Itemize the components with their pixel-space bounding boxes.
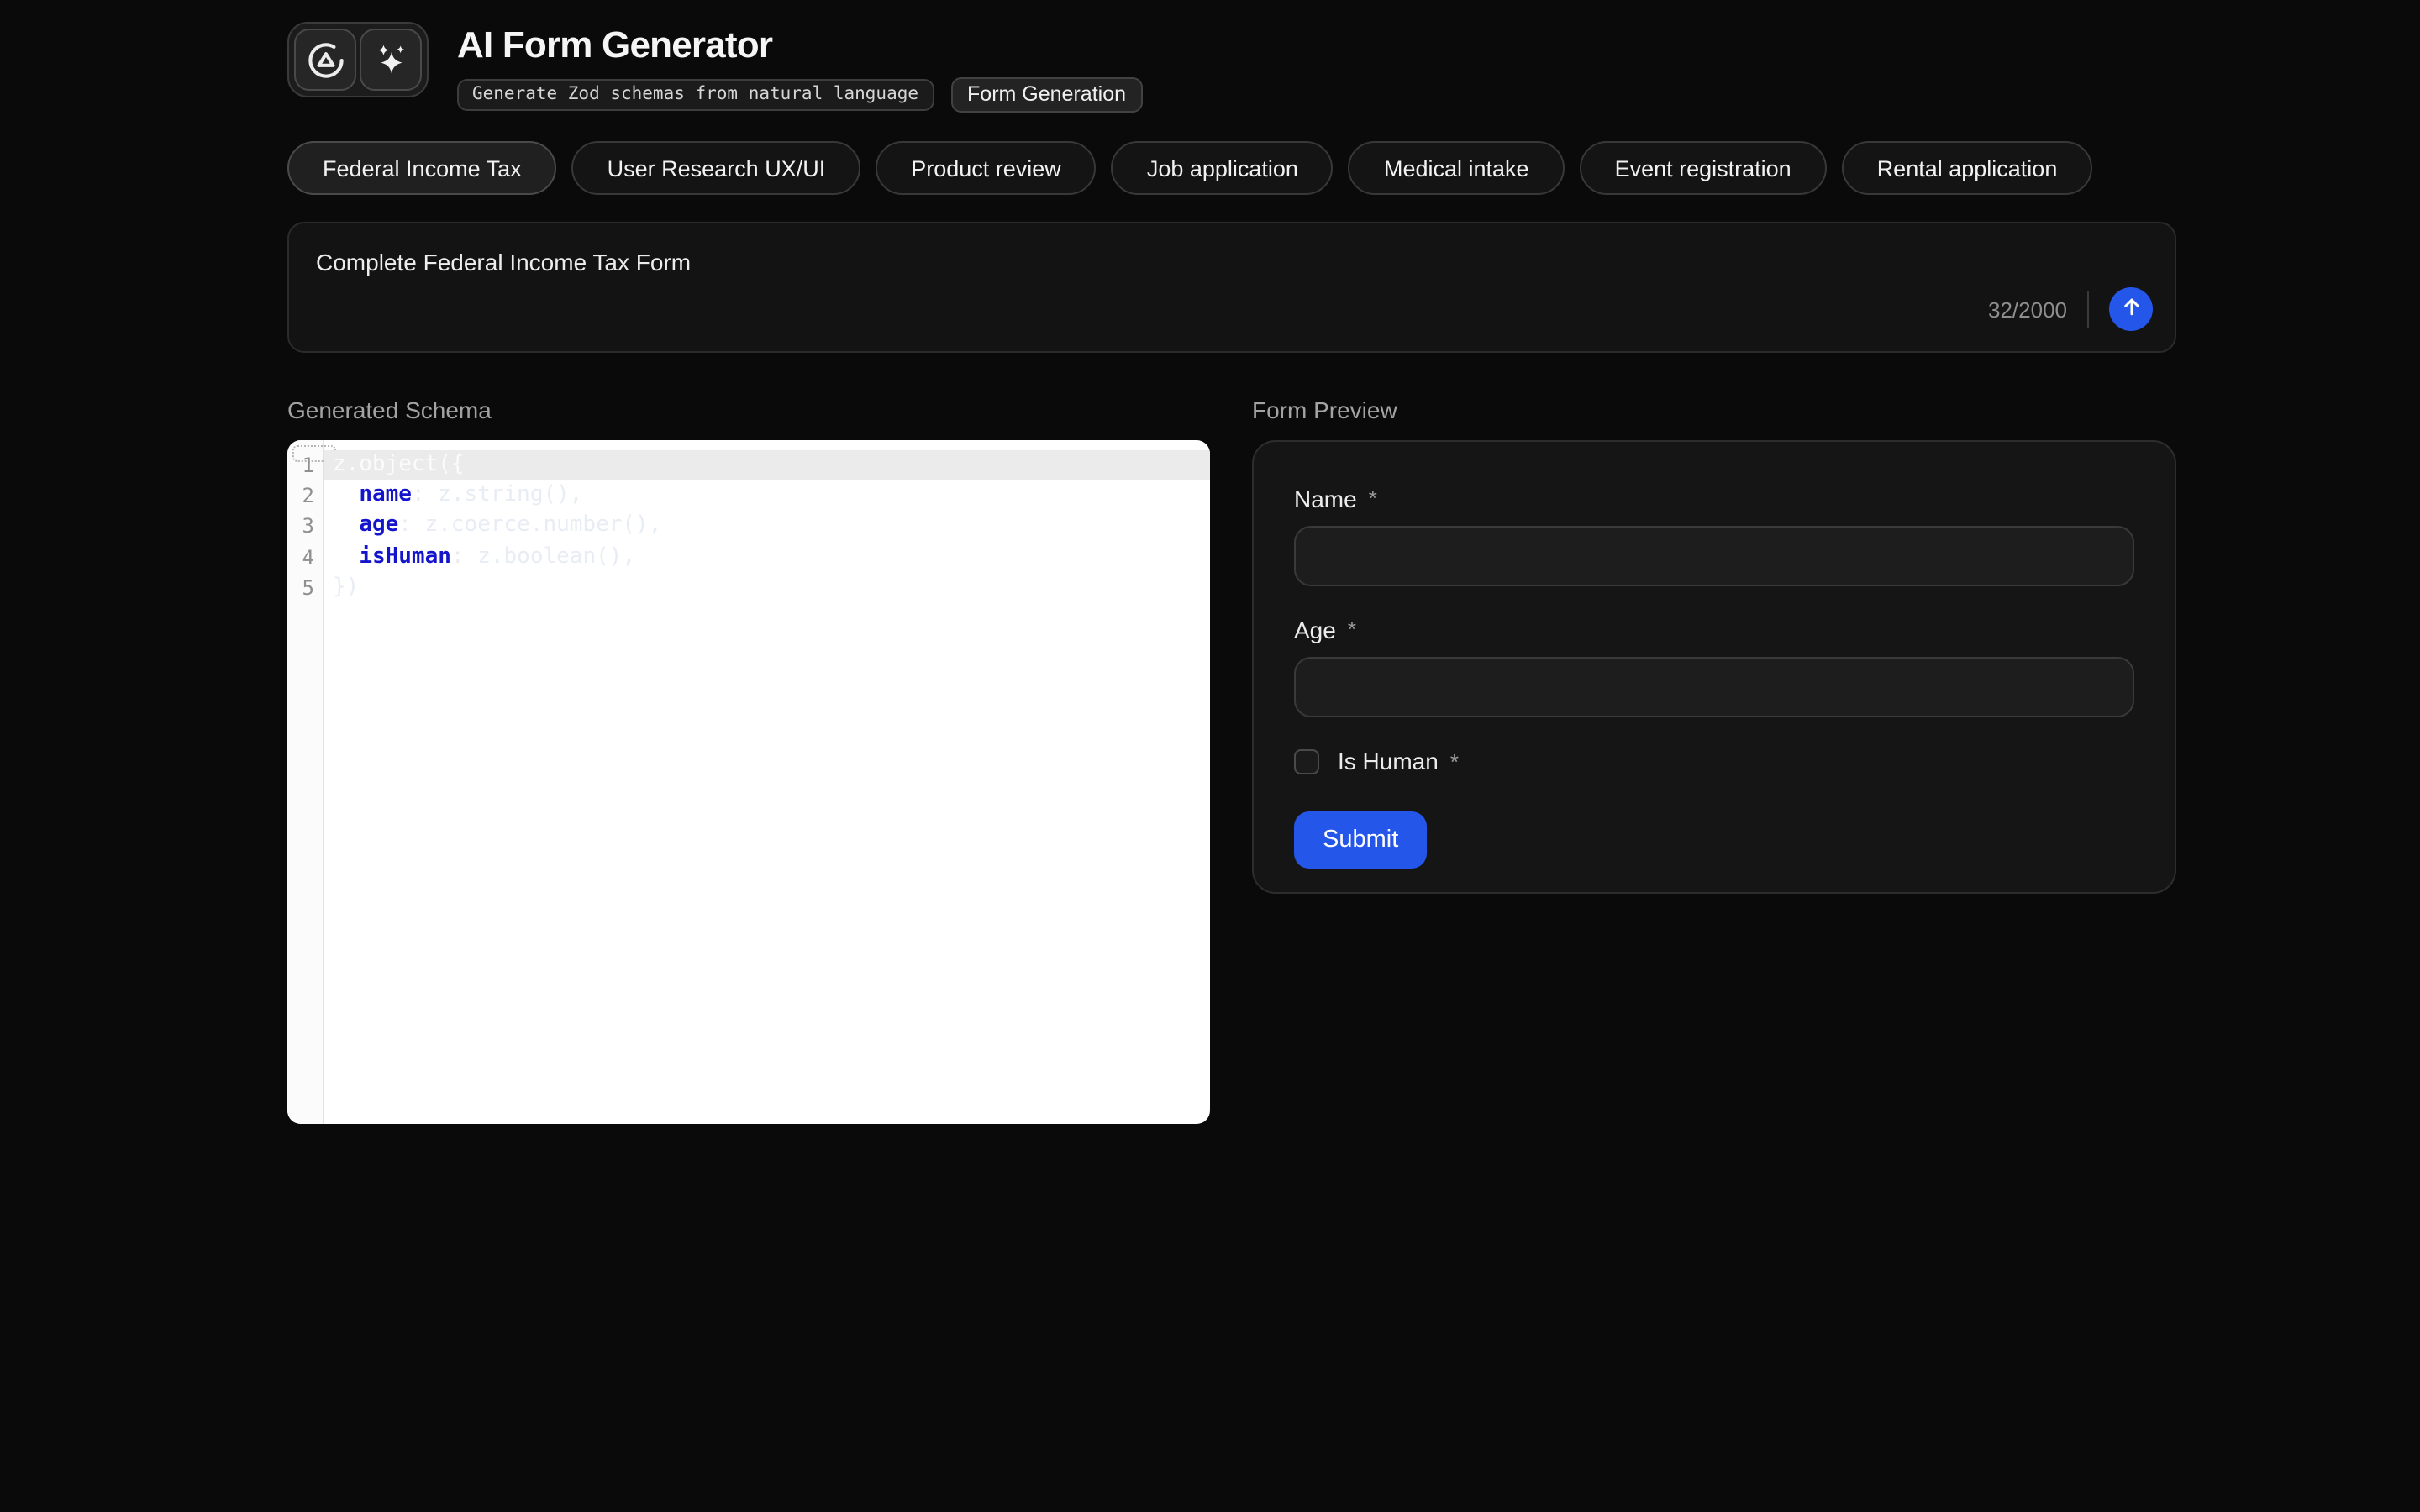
is-human-label: Is Human bbox=[1338, 748, 1439, 774]
preset-pill-job-application[interactable]: Job application bbox=[1112, 141, 1334, 195]
code-line: 2 name: z.string(), bbox=[287, 480, 1210, 511]
arrow-up-icon bbox=[2118, 294, 2144, 324]
prompt-textarea[interactable]: Complete Federal Income Tax Form 32/2000 bbox=[287, 222, 2176, 353]
app-root: AI Form Generator Generate Zod schemas f… bbox=[0, 0, 2420, 1512]
category-badge: Form Generation bbox=[950, 77, 1143, 113]
line-number: 4 bbox=[287, 542, 324, 572]
page-title: AI Form Generator bbox=[457, 25, 1143, 66]
sparkles-icon bbox=[369, 38, 413, 81]
character-counter: 32/2000 bbox=[1988, 297, 2067, 322]
line-number: 1 bbox=[287, 450, 324, 480]
form-preview-heading: Form Preview bbox=[1252, 396, 1397, 423]
code-line: 5 }) bbox=[287, 573, 1210, 603]
generated-schema-heading: Generated Schema bbox=[287, 396, 492, 423]
preset-pill-medical-intake[interactable]: Medical intake bbox=[1349, 141, 1565, 195]
code-line: 1 z.object({ bbox=[287, 450, 1210, 480]
subtitle-badge: Generate Zod schemas from natural langua… bbox=[457, 79, 934, 111]
is-human-checkbox[interactable] bbox=[1294, 748, 1319, 774]
prompt-text-value: Complete Federal Income Tax Form bbox=[316, 249, 691, 276]
header: AI Form Generator Generate Zod schemas f… bbox=[287, 22, 1143, 113]
editor-code-area[interactable]: 1 z.object({ 2 name: z.string(), 3 age: … bbox=[287, 450, 1210, 603]
preset-pill-user-research[interactable]: User Research UX/UI bbox=[572, 141, 861, 195]
preset-pill-event-registration[interactable]: Event registration bbox=[1580, 141, 1827, 195]
required-asterisk: * bbox=[1348, 617, 1356, 642]
line-number: 5 bbox=[287, 573, 324, 603]
age-field-label: Age* bbox=[1294, 617, 2134, 643]
divider bbox=[2087, 291, 2089, 328]
code-line: 3 age: z.coerce.number(), bbox=[287, 512, 1210, 542]
submit-button[interactable]: Submit bbox=[1294, 811, 1427, 869]
name-field[interactable] bbox=[1294, 526, 2134, 586]
code-line: 4 isHuman: z.boolean(), bbox=[287, 542, 1210, 572]
preset-pill-rental-application[interactable]: Rental application bbox=[1842, 141, 2093, 195]
line-number: 3 bbox=[287, 512, 324, 542]
preset-pill-row: Federal Income Tax User Research UX/UI P… bbox=[287, 141, 2092, 195]
required-asterisk: * bbox=[1369, 486, 1377, 511]
form-preview-panel: Name* Age* Is Human * Submit bbox=[1252, 440, 2176, 894]
logo-tile-right bbox=[360, 29, 422, 91]
line-number: 2 bbox=[287, 480, 324, 511]
preset-pill-federal-income-tax[interactable]: Federal Income Tax bbox=[287, 141, 557, 195]
preset-pill-product-review[interactable]: Product review bbox=[876, 141, 1097, 195]
name-field-label: Name* bbox=[1294, 486, 2134, 512]
logo-tile-left bbox=[294, 29, 356, 91]
schema-code-editor[interactable]: 1 z.object({ 2 name: z.string(), 3 age: … bbox=[287, 440, 1210, 1124]
age-field[interactable] bbox=[1294, 657, 2134, 717]
required-asterisk: * bbox=[1450, 748, 1459, 774]
target-triangle-icon bbox=[303, 38, 347, 81]
app-logo bbox=[287, 22, 429, 97]
generate-submit-button[interactable] bbox=[2109, 287, 2153, 331]
